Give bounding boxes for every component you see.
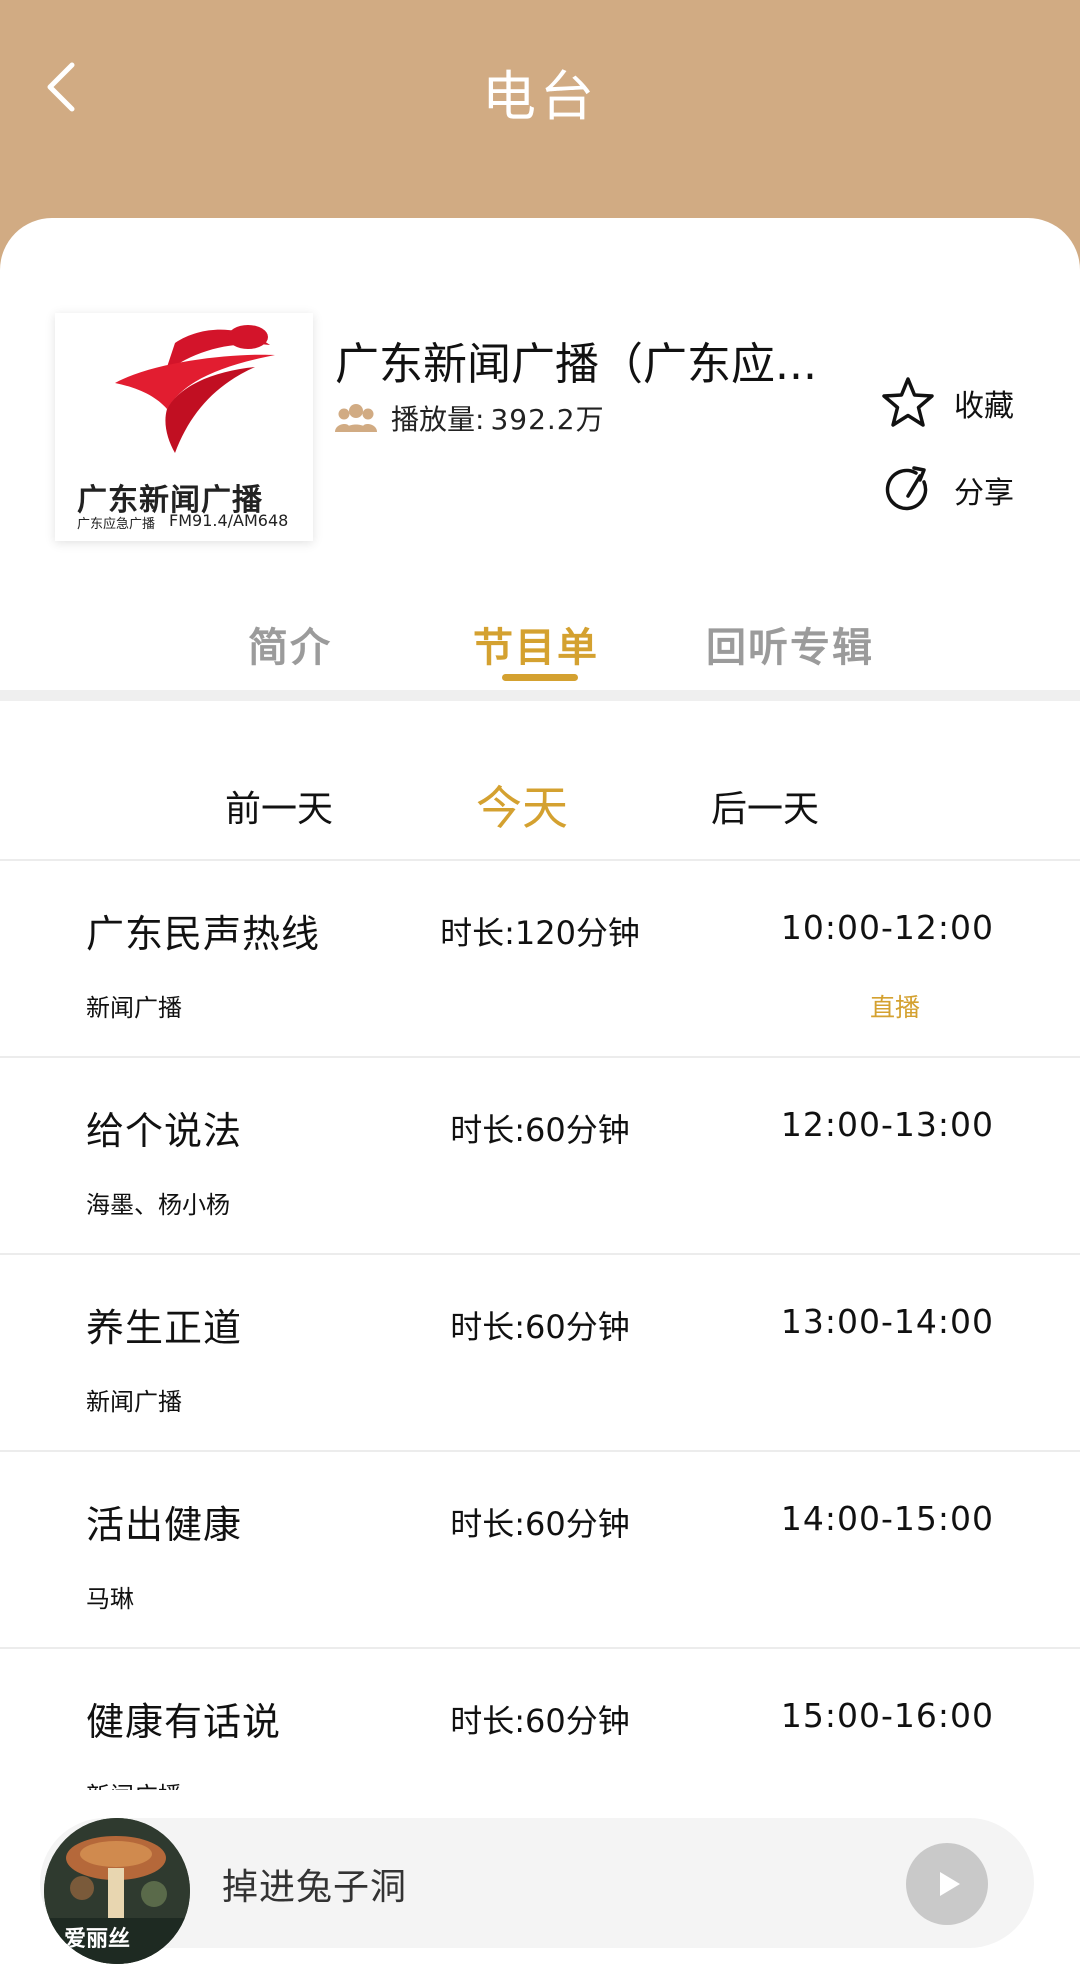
- star-icon: [880, 375, 936, 431]
- program-name: 养生正道: [86, 1306, 243, 1350]
- program-row[interactable]: 给个说法 时长:60分钟 12:00-13:00 海墨、杨小杨: [0, 1058, 1080, 1255]
- tab-intro[interactable]: 简介: [248, 615, 332, 673]
- program-time: 12:00-13:00: [780, 1105, 994, 1144]
- program-name: 广东民声热线: [86, 912, 321, 956]
- album-art-icon: 爱丽丝: [44, 1818, 190, 1964]
- program-list: 广东民声热线 时长:120分钟 10:00-12:00 新闻广播 直播 给个说法…: [0, 861, 1080, 1846]
- live-badge: 直播: [869, 993, 920, 1022]
- play-icon: [940, 1872, 960, 1896]
- program-duration: 时长:60分钟: [450, 1308, 630, 1346]
- album-cover[interactable]: 爱丽丝: [44, 1818, 190, 1964]
- program-time: 10:00-12:00: [780, 908, 994, 947]
- program-duration: 时长:60分钟: [450, 1111, 630, 1149]
- program-host: 马琳: [86, 1585, 134, 1613]
- share-label: 分享: [954, 476, 1014, 511]
- day-selector: 前一天 今天 后一天: [0, 780, 1080, 850]
- program-row[interactable]: 活出健康 时长:60分钟 14:00-15:00 马琳: [0, 1452, 1080, 1649]
- now-playing-title: 掉进兔子洞: [222, 1867, 408, 1908]
- program-duration: 时长:120分钟: [440, 914, 640, 952]
- page-title: 电台: [482, 65, 598, 128]
- tab-schedule[interactable]: 节目单: [473, 615, 599, 673]
- program-row[interactable]: 广东民声热线 时长:120分钟 10:00-12:00 新闻广播 直播: [0, 861, 1080, 1058]
- program-host: 海墨、杨小杨: [86, 1191, 230, 1219]
- program-name: 给个说法: [86, 1109, 243, 1153]
- program-time: 14:00-15:00: [780, 1499, 994, 1538]
- day-today[interactable]: 今天: [476, 772, 568, 838]
- play-count-value: 392.2万: [490, 403, 605, 436]
- program-name: 健康有话说: [86, 1700, 282, 1744]
- program-duration: 时长:60分钟: [450, 1702, 630, 1740]
- program-duration: 时长:60分钟: [450, 1505, 630, 1543]
- divider: [0, 690, 1080, 701]
- station-name: 广东新闻广播（广东应...: [335, 339, 817, 390]
- program-host: 新闻广播: [86, 994, 182, 1022]
- program-row[interactable]: 养生正道 时长:60分钟 13:00-14:00 新闻广播: [0, 1255, 1080, 1452]
- tab-indicator: [502, 674, 578, 681]
- tab-replay-albums[interactable]: 回听专辑: [706, 615, 874, 673]
- day-next[interactable]: 后一天: [711, 780, 819, 832]
- listeners-icon: [335, 404, 377, 432]
- logo-subtext: 广东应急广播: [77, 517, 156, 532]
- play-count-label: 播放量:: [391, 403, 485, 436]
- program-host: 新闻广播: [86, 1388, 182, 1416]
- program-time: 13:00-14:00: [780, 1302, 994, 1341]
- share-icon: [880, 462, 936, 518]
- logo-frequency: FM91.4/AM648: [169, 511, 289, 530]
- favorite-label: 收藏: [954, 389, 1014, 424]
- album-cover-text: 爱丽丝: [64, 1926, 130, 1952]
- day-previous[interactable]: 前一天: [225, 780, 333, 832]
- play-count: 播放量: 392.2万: [335, 398, 605, 438]
- station-logo: 广东新闻广播 广东应急广播 FM91.4/AM648: [55, 313, 313, 541]
- program-name: 活出健康: [86, 1503, 243, 1547]
- logo-emblem-icon: [115, 325, 275, 453]
- share-button[interactable]: 分享: [880, 462, 1014, 518]
- program-time: 15:00-16:00: [780, 1696, 994, 1735]
- favorite-button[interactable]: 收藏: [880, 375, 1014, 431]
- play-button[interactable]: [906, 1843, 988, 1925]
